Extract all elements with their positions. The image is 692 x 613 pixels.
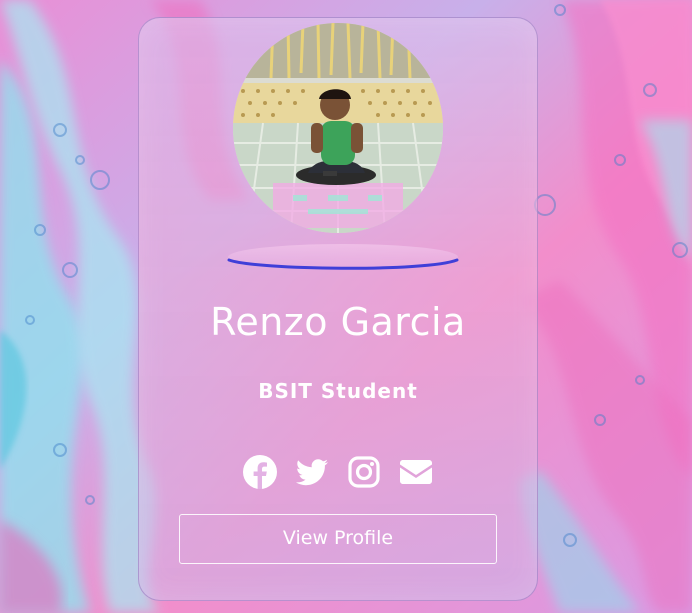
avatar xyxy=(233,23,443,233)
twitter-icon[interactable] xyxy=(294,454,330,490)
instagram-icon[interactable] xyxy=(346,454,382,490)
profile-role: BSIT Student xyxy=(258,379,418,403)
avatar-glow-ring xyxy=(227,244,459,270)
social-links xyxy=(138,454,538,494)
profile-name: Renzo Garcia xyxy=(210,300,466,344)
facebook-icon[interactable] xyxy=(242,454,278,490)
view-profile-button[interactable]: View Profile xyxy=(179,514,497,564)
avatar-photo xyxy=(233,23,443,233)
envelope-icon[interactable] xyxy=(398,454,434,490)
